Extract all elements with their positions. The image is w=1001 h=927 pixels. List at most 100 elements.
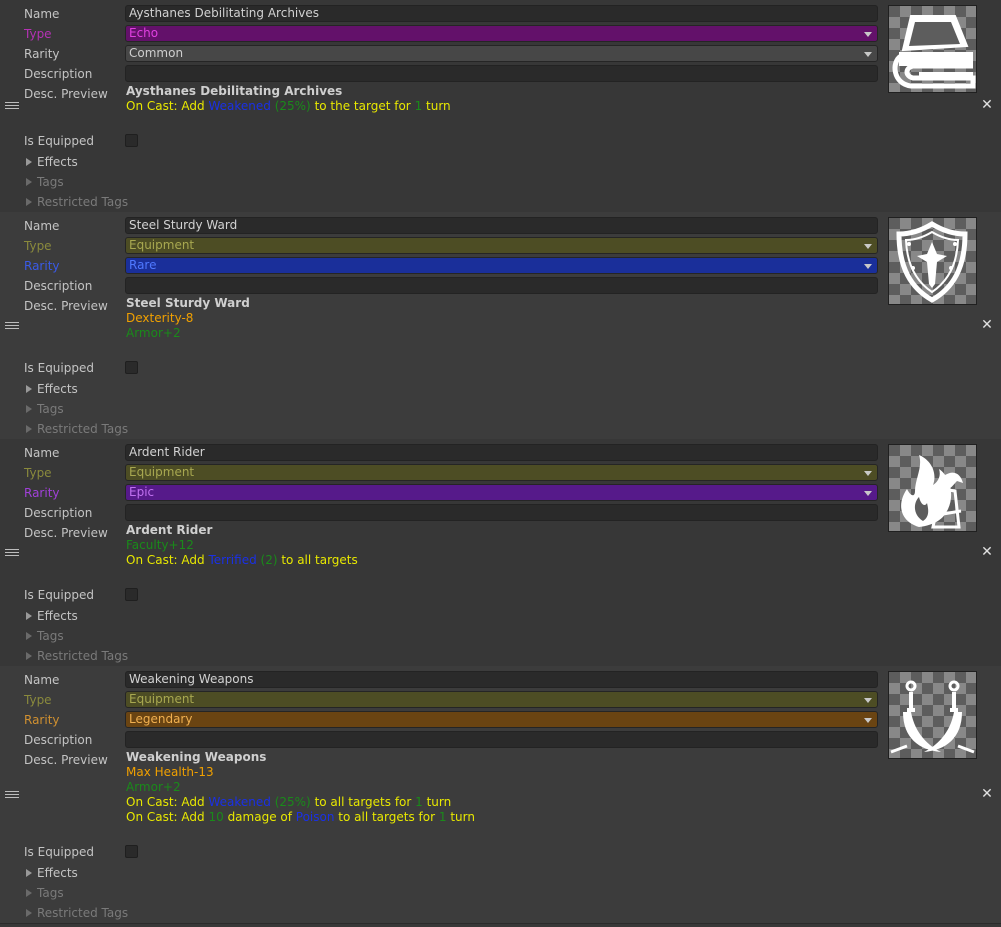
restricted-tags-foldout[interactable]: Restricted Tags	[26, 194, 128, 210]
restricted-tags-foldout[interactable]: Restricted Tags	[26, 421, 128, 437]
rarity-label: Rarity	[24, 486, 60, 500]
drag-handle-icon[interactable]	[5, 322, 19, 331]
is-equipped-label: Is Equipped	[24, 588, 94, 602]
tags-foldout[interactable]: Tags	[26, 628, 64, 644]
chevron-down-icon	[864, 32, 872, 37]
triangle-right-icon	[26, 405, 32, 413]
preview-line: On Cast: Add Weakened (25%) to the targe…	[126, 99, 451, 114]
effects-foldout[interactable]: Effects	[26, 608, 78, 624]
tags-foldout[interactable]: Tags	[26, 174, 64, 190]
preview-segment: turn	[422, 795, 452, 809]
restricted-tags-label: Restricted Tags	[37, 906, 129, 920]
preview-title: Aysthanes Debilitating Archives	[126, 84, 343, 98]
description-label: Description	[24, 67, 93, 81]
rarity-value: Legendary	[129, 712, 193, 726]
tags-label: Tags	[37, 402, 64, 416]
desc-preview: Ardent Rider Faculty+12 On Cast: Add Terri…	[126, 523, 358, 568]
preview-title: Steel Sturdy Ward	[126, 296, 250, 310]
type-dropdown[interactable]: Echo	[125, 25, 878, 42]
desc-preview: Steel Sturdy Ward Dexterity-8 Armor+2	[126, 296, 250, 341]
triangle-right-icon	[26, 385, 32, 393]
close-icon[interactable]: ✕	[981, 787, 993, 801]
name-field[interactable]: Steel Sturdy Ward	[125, 217, 878, 234]
description-label: Description	[24, 733, 93, 747]
triangle-right-icon	[26, 198, 32, 206]
preview-segment: to all targets	[277, 553, 358, 567]
preview-segment: Terrified	[208, 553, 257, 567]
rarity-dropdown[interactable]: Common	[125, 45, 878, 62]
desc-preview-label: Desc. Preview	[24, 526, 108, 540]
description-field[interactable]	[125, 731, 878, 748]
effects-foldout[interactable]: Effects	[26, 154, 78, 170]
close-icon[interactable]: ✕	[981, 318, 993, 332]
triangle-right-icon	[26, 158, 32, 166]
chevron-down-icon	[864, 471, 872, 476]
description-field[interactable]	[125, 277, 878, 294]
is-equipped-checkbox[interactable]	[125, 134, 138, 147]
name-field[interactable]: Aysthanes Debilitating Archives	[125, 5, 878, 22]
preview-segment: (25%)	[270, 795, 311, 809]
preview-segment: Max Health-13	[126, 765, 214, 779]
rarity-label: Rarity	[24, 47, 60, 61]
name-field[interactable]: Ardent Rider	[125, 444, 878, 461]
is-equipped-checkbox[interactable]	[125, 361, 138, 374]
type-value: Equipment	[129, 465, 195, 479]
rarity-dropdown[interactable]: Rare	[125, 257, 878, 274]
restricted-tags-foldout[interactable]: Restricted Tags	[26, 905, 128, 921]
preview-segment: On Cast: Add	[126, 795, 209, 809]
preview-segment: Armor+2	[126, 326, 181, 340]
close-icon[interactable]: ✕	[981, 98, 993, 112]
preview-line: On Cast: Add 10 damage of Poison to all …	[126, 810, 475, 825]
item-icon-thumbnail[interactable]	[888, 217, 977, 305]
drag-handle-icon[interactable]	[5, 102, 19, 111]
type-label: Type	[24, 693, 52, 707]
is-equipped-checkbox[interactable]	[125, 845, 138, 858]
item-icon-thumbnail[interactable]	[888, 5, 977, 93]
type-value: Equipment	[129, 238, 195, 252]
type-value: Echo	[129, 26, 159, 40]
preview-line: On Cast: Add Terrified (2) to all target…	[126, 553, 358, 568]
type-label: Type	[24, 466, 52, 480]
tags-label: Tags	[37, 175, 64, 189]
type-label: Type	[24, 27, 52, 41]
close-icon[interactable]: ✕	[981, 545, 993, 559]
name-label: Name	[24, 673, 60, 687]
preview-title: Weakening Weapons	[126, 750, 267, 764]
drag-handle-icon[interactable]	[5, 791, 19, 800]
item-icon-thumbnail[interactable]	[888, 671, 977, 759]
preview-line: Armor+2	[126, 780, 475, 795]
preview-title: Ardent Rider	[126, 523, 213, 537]
tags-label: Tags	[37, 629, 64, 643]
effects-foldout[interactable]: Effects	[26, 865, 78, 881]
tags-foldout[interactable]: Tags	[26, 885, 64, 901]
desc-preview: Weakening Weapons Max Health-13 Armor+2 On …	[126, 750, 475, 825]
description-field[interactable]	[125, 65, 878, 82]
item-icon-thumbnail[interactable]	[888, 444, 977, 532]
is-equipped-checkbox[interactable]	[125, 588, 138, 601]
rarity-dropdown[interactable]: Epic	[125, 484, 878, 501]
preview-segment: On Cast: Add	[126, 99, 209, 113]
tags-foldout[interactable]: Tags	[26, 401, 64, 417]
type-value: Equipment	[129, 692, 195, 706]
restricted-tags-foldout[interactable]: Restricted Tags	[26, 648, 128, 664]
preview-segment: damage of	[223, 810, 296, 824]
restricted-tags-label: Restricted Tags	[37, 422, 129, 436]
rarity-value: Rare	[129, 258, 157, 272]
triangle-right-icon	[26, 909, 32, 917]
description-label: Description	[24, 506, 93, 520]
drag-handle-icon[interactable]	[5, 549, 19, 558]
description-field[interactable]	[125, 504, 878, 521]
type-dropdown[interactable]: Equipment	[125, 691, 878, 708]
type-dropdown[interactable]: Equipment	[125, 237, 878, 254]
name-field[interactable]: Weakening Weapons	[125, 671, 878, 688]
rarity-dropdown[interactable]: Legendary	[125, 711, 878, 728]
preview-segment: Weakened	[208, 99, 271, 113]
chevron-down-icon	[864, 244, 872, 249]
desc-preview-label: Desc. Preview	[24, 87, 108, 101]
type-dropdown[interactable]: Equipment	[125, 464, 878, 481]
preview-segment: (2)	[256, 553, 278, 567]
effects-foldout[interactable]: Effects	[26, 381, 78, 397]
desc-preview: Aysthanes Debilitating Archives On Cast: …	[126, 84, 451, 114]
triangle-right-icon	[26, 889, 32, 897]
preview-segment: turn	[422, 99, 451, 113]
